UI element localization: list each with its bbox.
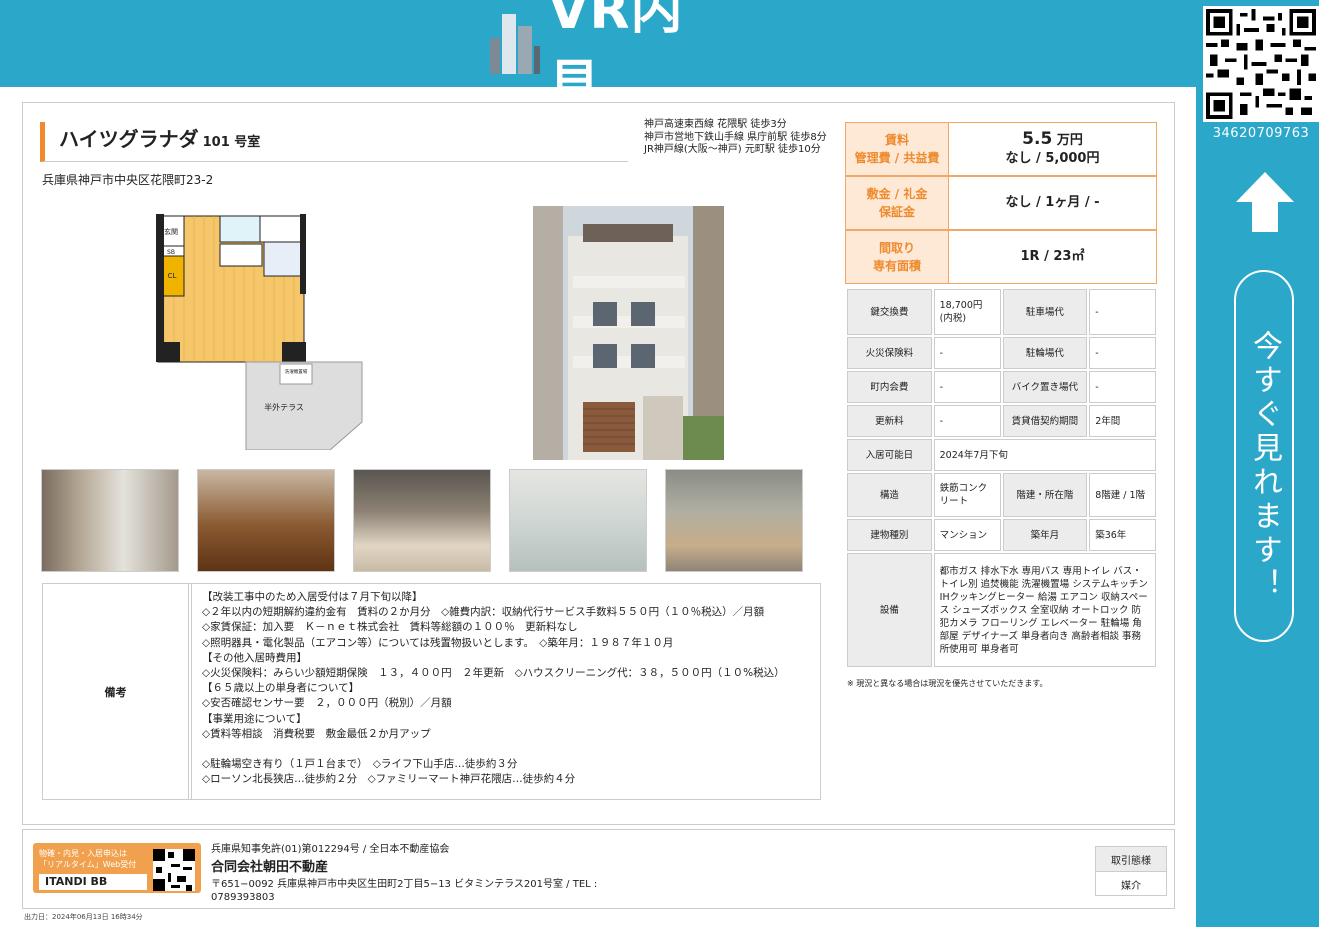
print-date: 出力日：2024年06月13日 16時34分 (24, 913, 143, 921)
structure-label: 構造 (847, 473, 932, 517)
kitchen-photo[interactable] (353, 469, 491, 572)
fire-insurance-value: - (933, 337, 1001, 369)
room-number: 101 号室 (202, 135, 261, 150)
floor-value: 8階建 / 1階 (1089, 473, 1156, 517)
spec-table: 鍵交換費 18,700円(内税) 駐車場代 - 火災保険料 - 駐輪場代 - 町… (845, 287, 1158, 669)
arrow-up-icon[interactable] (1236, 172, 1294, 232)
deposit-value: なし / 1ヶ月 / - (1005, 195, 1100, 210)
company-address: 〒651−0092 兵庫県神戸市中央区生田町2丁目5−13 ビタミンテラス201… (211, 879, 598, 903)
key-exchange-value: 18,700円(内税) (933, 289, 1001, 335)
fee-value: なし / 5,000円 (1005, 151, 1100, 166)
banner-qr-code (153, 849, 195, 891)
vr-logo: VR内見 (490, 0, 730, 116)
building-type-label: 建物種別 (847, 519, 932, 551)
rent-value-cell: 5.5 万円 なし / 5,000円 (949, 123, 1156, 175)
floor-plan: 玄関 SB CL 洗濯機置場 半外テラス (156, 214, 363, 450)
page-title: ハイツグラナダ 101 号室 (59, 122, 628, 160)
bike-label: バイク置き場代 (1002, 371, 1088, 403)
sb-label: SB (167, 249, 175, 256)
rent-label: 賃料 (884, 133, 909, 147)
remarks-box: 備考 【改装工事中のため入居受付は７月下旬以降】 ◇２年以内の短期解約違約金有 … (42, 583, 821, 800)
deposit-key: 敷金 / 礼金 保証金 (846, 177, 949, 229)
deal-type-box: 取引態様 媒介 (1095, 846, 1167, 896)
bicycle-value: - (1089, 337, 1156, 369)
move-in-value: 2024年7月下旬 (933, 439, 1156, 471)
terrace-photo[interactable] (41, 469, 179, 572)
town-fee-label: 町内会費 (847, 371, 932, 403)
title-box: ハイツグラナダ 101 号室 (40, 122, 628, 162)
genkan-label: 玄関 (164, 227, 178, 236)
layout-label: 間取り (878, 241, 915, 255)
logo-text: VR内見 (548, 0, 684, 116)
remarks-text: 【改装工事中のため入居受付は７月下旬以降】 ◇２年以内の短期解約違約金有 賃料の… (191, 584, 820, 799)
banner-text: 物確・内見・入居申込は 「リアルタイム」Web受付 (39, 849, 137, 869)
view-now-button[interactable]: 今すぐ見れます！ (1234, 270, 1294, 642)
equipment-value: 都市ガス 排水下水 専用バス 専用トイレ バス・トイレ別 追焚機能 洗濯機置場 … (933, 553, 1156, 667)
contract-period-label: 賃貸借契約期間 (1002, 405, 1088, 437)
area-label: 専有面積 (872, 259, 921, 273)
rent-value: 5.5 万円 (1022, 129, 1083, 149)
layout-row: 間取り専有面積 1R / 23㎡ (845, 230, 1157, 284)
station-item: 神戸市営地下鉄山手線 県庁前駅 徒歩8分 (644, 131, 827, 143)
cl-label: CL (168, 272, 177, 280)
building-photo (533, 206, 724, 460)
equipment-label: 設備 (847, 553, 932, 667)
washer-label: 洗濯機置場 (285, 368, 308, 375)
renewal-value: - (933, 405, 1001, 437)
disclaimer-note: ※ 現況と異なる場合は現況を優先させていただきます。 (847, 679, 1048, 688)
fire-insurance-label: 火災保険料 (847, 337, 932, 369)
bath-photo[interactable] (509, 469, 647, 572)
qr-number: 34620709763 (1212, 126, 1310, 141)
qr-code (1203, 6, 1319, 122)
property-address: 兵庫県神戸市中央区花隈町23-2 (42, 173, 214, 187)
guarantee-label: 保証金 (878, 205, 915, 219)
parking-label: 駐車場代 (1002, 289, 1088, 335)
property-name: ハイツグラナダ (59, 127, 199, 151)
bicycle-label: 駐輪場代 (1002, 337, 1088, 369)
deal-type-label: 取引態様 (1096, 847, 1166, 872)
header-bar: VR内見 (0, 0, 1196, 116)
age-label: 築年月 (1002, 519, 1088, 551)
remarks-label: 備考 (43, 584, 189, 799)
deposit-label: 敷金 / 礼金 (866, 187, 928, 201)
station-item: JR神戸線(大阪〜神戸) 元町駅 徒歩10分 (644, 144, 821, 155)
company-name: 合同会社朝田不動産 (211, 860, 329, 875)
building-logo-icon (490, 12, 540, 74)
key-exchange-label: 鍵交換費 (847, 289, 932, 335)
structure-value: 鉄筋コンクリート (933, 473, 1001, 517)
renewal-label: 更新料 (847, 405, 932, 437)
move-in-label: 入居可能日 (847, 439, 932, 471)
banner-brand: ITANDI BB (39, 874, 147, 890)
rent-row: 賃料管理費 / 共益費 5.5 万円 なし / 5,000円 (845, 122, 1157, 176)
room-photo[interactable] (197, 469, 335, 572)
deposit-row: 敷金 / 礼金 保証金 なし / 1ヶ月 / - (845, 176, 1157, 230)
age-value: 築36年 (1089, 519, 1156, 551)
deal-type-value: 媒介 (1121, 881, 1141, 892)
layout-key: 間取り 専有面積 (846, 231, 949, 283)
contract-period-value: 2年間 (1089, 405, 1156, 437)
bike-value: - (1089, 371, 1156, 403)
station-item: 神戸高速東西線 花隈駅 徒歩3分 (644, 119, 787, 130)
building-type-value: マンション (933, 519, 1001, 551)
town-fee-value: - (933, 371, 1001, 403)
fee-label: 管理費 / 共益費 (854, 151, 940, 165)
itandi-banner[interactable]: 物確・内見・入居申込は 「リアルタイム」Web受付 ITANDI BB (33, 843, 201, 893)
layout-value: 1R / 23㎡ (1020, 249, 1085, 264)
terrace-label: 半外テラス (264, 402, 304, 412)
rent-key: 賃料管理費 / 共益費 (846, 123, 949, 175)
station-list: 神戸高速東西線 花隈駅 徒歩3分 神戸市営地下鉄山手線 県庁前駅 徒歩8分 JR… (644, 119, 828, 157)
license-text: 兵庫県知事免許(01)第012294号 / 全日本不動産協会 (211, 844, 450, 855)
toilet-photo[interactable] (665, 469, 803, 572)
parking-value: - (1089, 289, 1156, 335)
floor-label: 階建・所在階 (1002, 473, 1088, 517)
